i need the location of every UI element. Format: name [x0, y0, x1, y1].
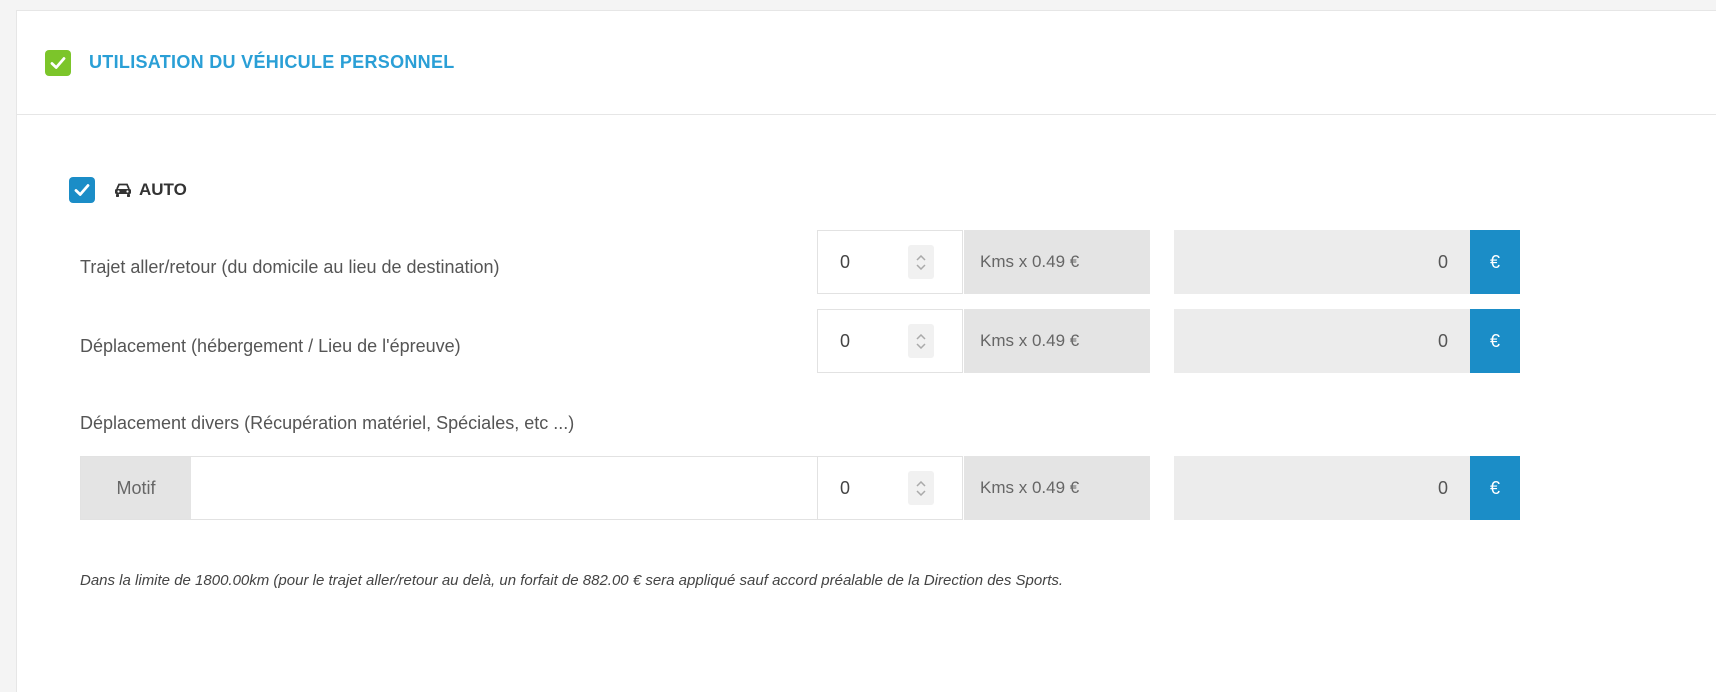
chevron-up-icon[interactable]: [916, 480, 926, 487]
chevron-up-icon[interactable]: [916, 333, 926, 340]
panel-body: AUTO Trajet aller/retour (du domicile au…: [17, 115, 1716, 691]
chevron-up-icon[interactable]: [916, 254, 926, 261]
deplacement-kms-input[interactable]: [818, 310, 904, 372]
divers-total-field: 0: [1174, 456, 1470, 520]
divers-kms-input-group: [817, 456, 963, 520]
car-icon: [113, 182, 133, 198]
divers-label: Déplacement divers (Récupération matérie…: [80, 413, 575, 433]
chevron-down-icon[interactable]: [916, 342, 926, 349]
trajet-total-field: 0: [1174, 230, 1470, 294]
chevron-down-icon[interactable]: [916, 489, 926, 496]
trajet-currency: €: [1470, 230, 1520, 294]
motif-label: Motif: [81, 457, 191, 519]
divers-kms-spinner[interactable]: [908, 471, 934, 505]
motif-input-group: Motif: [80, 456, 856, 520]
deplacement-rate-label: Kms x 0.49 €: [964, 309, 1150, 373]
auto-label: AUTO: [139, 180, 187, 199]
trajet-kms-spinner[interactable]: [908, 245, 934, 279]
deplacement-currency: €: [1470, 309, 1520, 373]
trajet-label: Trajet aller/retour (du domicile au lieu…: [80, 257, 500, 277]
limit-footnote: Dans la limite de 1800.00km (pour le tra…: [80, 572, 1064, 589]
vehicle-usage-panel: UTILISATION DU VÉHICULE PERSONNEL AUTO T…: [16, 10, 1716, 692]
auto-option: AUTO: [69, 177, 187, 203]
section-title: UTILISATION DU VÉHICULE PERSONNEL: [89, 52, 455, 72]
divers-currency: €: [1470, 456, 1520, 520]
deplacement-kms-input-group: [817, 309, 963, 373]
deplacement-total-field: 0: [1174, 309, 1470, 373]
deplacement-label: Déplacement (hébergement / Lieu de l'épr…: [80, 336, 461, 356]
divers-kms-input[interactable]: [818, 457, 904, 519]
chevron-down-icon[interactable]: [916, 263, 926, 270]
checkmark-icon: [50, 56, 66, 69]
checkmark-icon: [74, 184, 90, 196]
divers-rate-label: Kms x 0.49 €: [964, 456, 1150, 520]
deplacement-kms-spinner[interactable]: [908, 324, 934, 358]
motif-input[interactable]: [191, 457, 855, 519]
trajet-rate-label: Kms x 0.49 €: [964, 230, 1150, 294]
section-checkbox[interactable]: [45, 49, 71, 76]
auto-checkbox[interactable]: [69, 177, 95, 203]
panel-header: UTILISATION DU VÉHICULE PERSONNEL: [17, 11, 1716, 115]
trajet-kms-input[interactable]: [818, 231, 904, 293]
trajet-kms-input-group: [817, 230, 963, 294]
